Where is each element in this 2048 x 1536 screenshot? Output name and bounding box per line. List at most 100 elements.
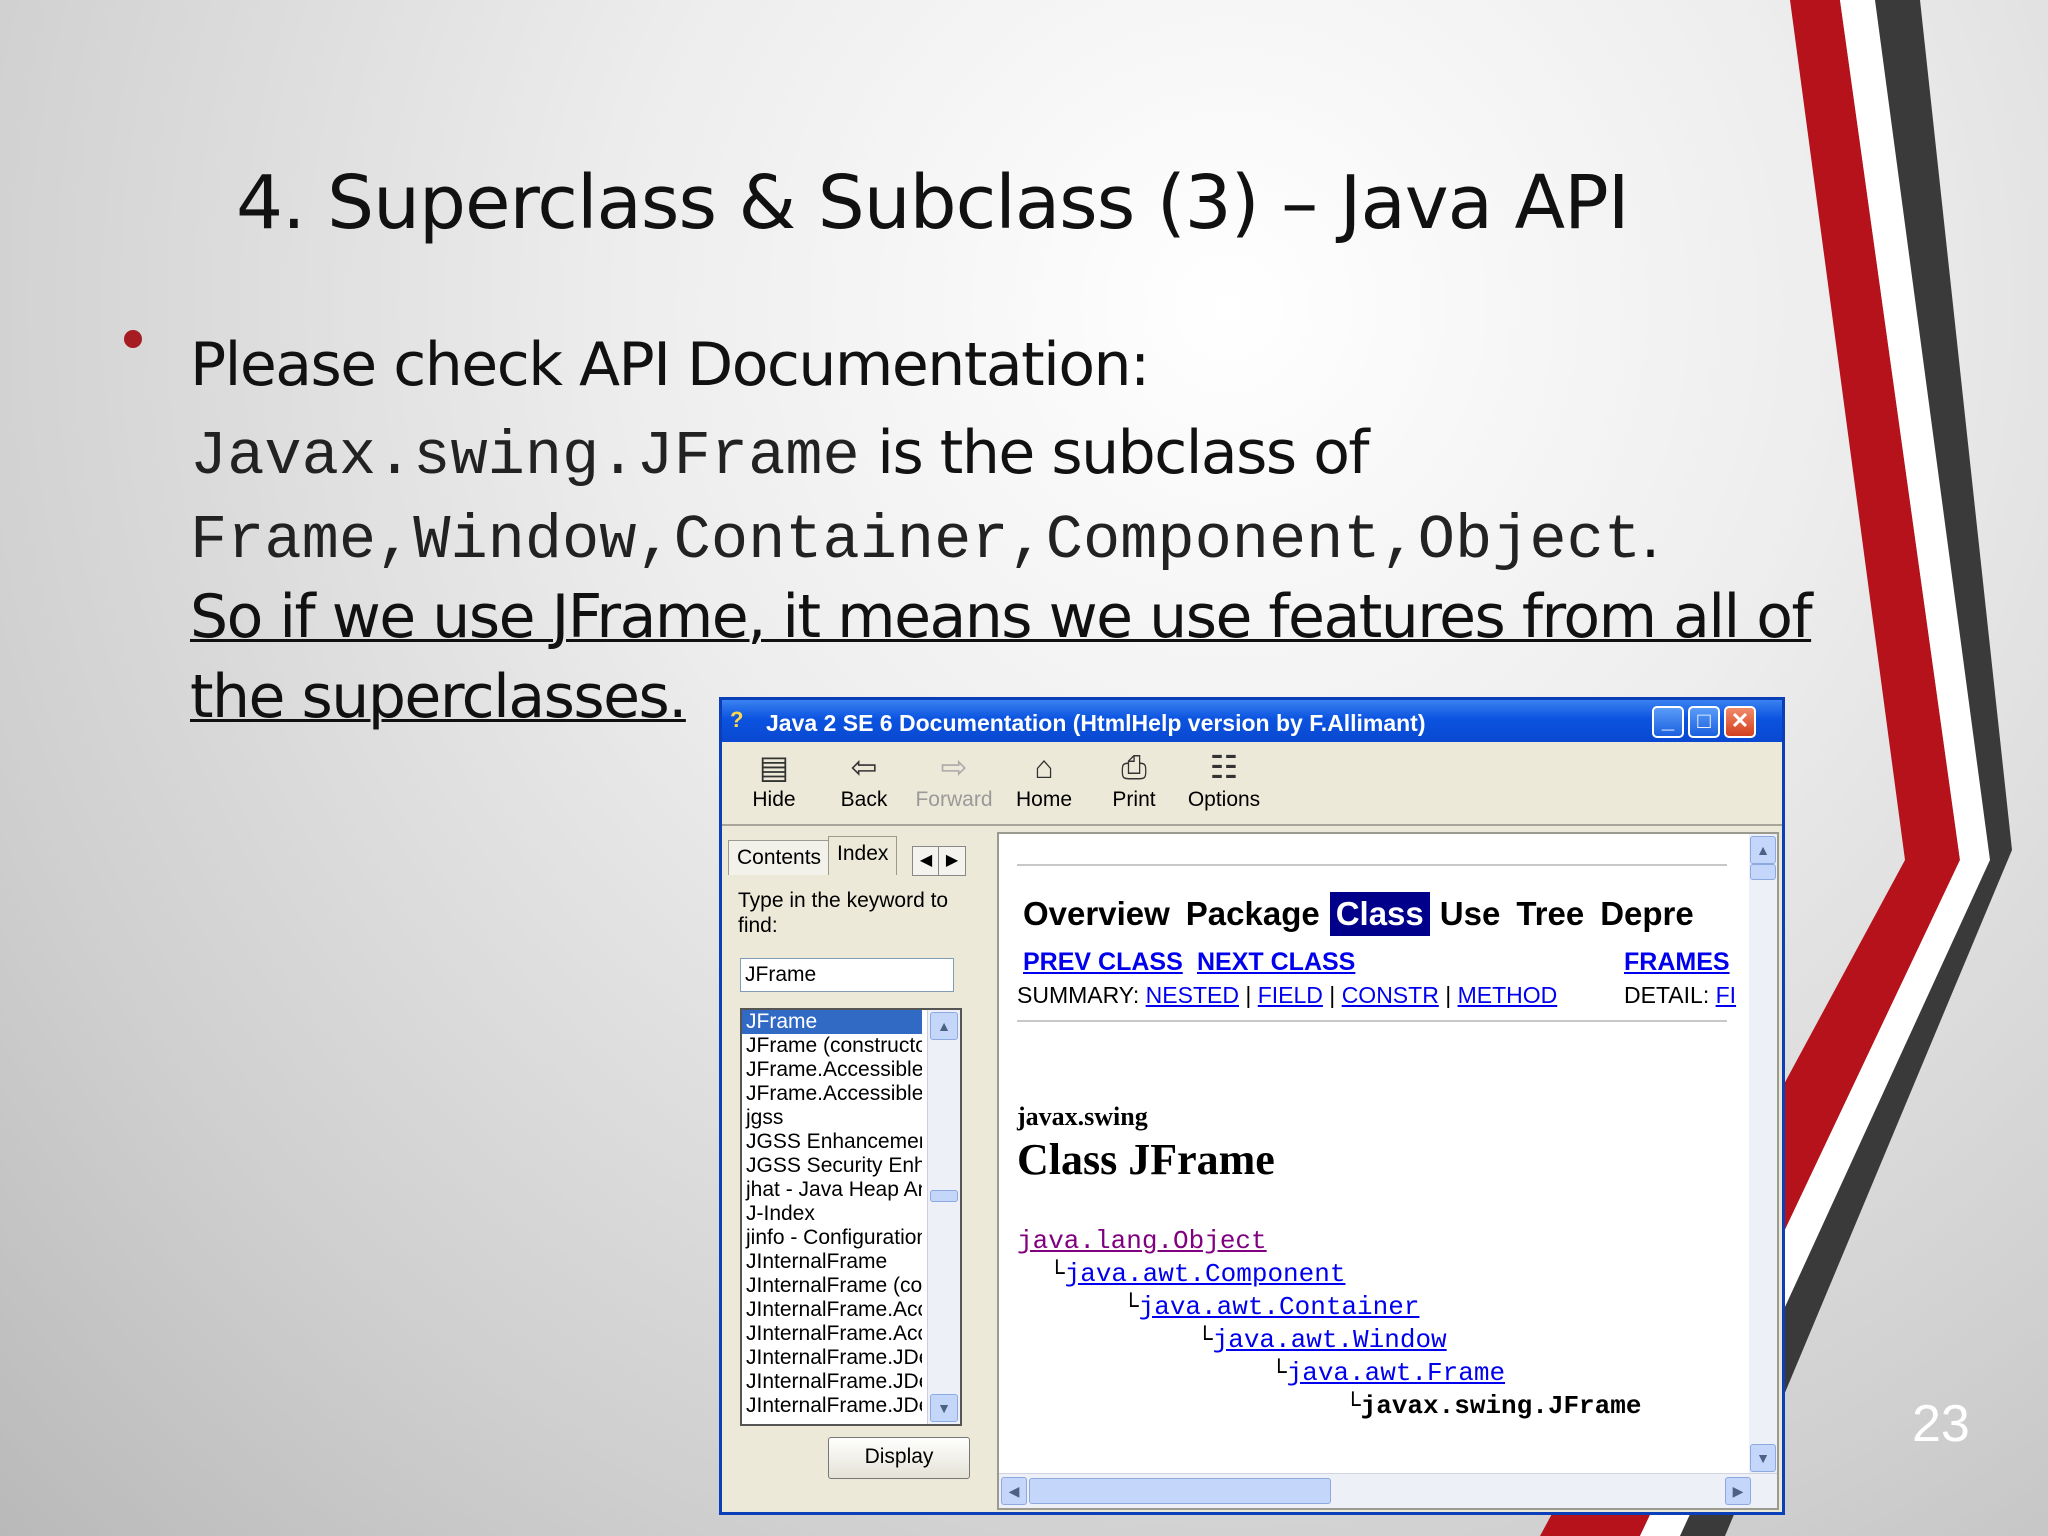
bullet-line-1: Please check API Documentation: (190, 330, 1150, 400)
minimize-button[interactable]: _ (1652, 706, 1684, 738)
window-title: Java 2 SE 6 Documentation (HtmlHelp vers… (766, 710, 1426, 736)
index-list-item[interactable]: jinfo - Configuration I (742, 1226, 922, 1250)
index-list-item[interactable]: JFrame.AccessibleJF (742, 1058, 922, 1082)
index-list-item[interactable]: JGSS Security Enha (742, 1154, 922, 1178)
tab-index[interactable]: Index (828, 836, 898, 875)
slide-title: 4. Superclass & Subclass (3) – Java API (236, 160, 1630, 246)
divider (1017, 1020, 1727, 1022)
index-list-item[interactable]: JInternalFrame (cons (742, 1274, 922, 1298)
nav-class: Class (1329, 892, 1430, 936)
index-list-item[interactable]: jgss (742, 1106, 922, 1130)
keyword-input[interactable]: JFrame (740, 958, 954, 992)
keyword-prompt: Type in the keyword to find: (738, 889, 949, 937)
scroll-down-button[interactable]: ▼ (930, 1394, 958, 1422)
content-hscroll-thumb[interactable] (1029, 1478, 1331, 1504)
next-class-link[interactable]: NEXT CLASS (1197, 948, 1355, 977)
hide-button[interactable]: ▤ Hide (734, 746, 814, 812)
hierarchy-link[interactable]: java.awt.Container (1139, 1292, 1420, 1322)
hierarchy-link[interactable]: java.lang.Object (1017, 1226, 1267, 1256)
index-scrollbar[interactable]: ▲ ▼ (927, 1010, 960, 1424)
forward-button[interactable]: ⇨ Forward (914, 746, 994, 812)
content-scroll-thumb[interactable] (1750, 864, 1776, 880)
tab-contents[interactable]: Contents (728, 840, 831, 875)
navigation-pane: Contents Index ◀ ▶ Type in the keyword t… (728, 830, 970, 1510)
scroll-up-button[interactable]: ▲ (930, 1012, 958, 1040)
content-scroll-up[interactable]: ▲ (1750, 836, 1776, 864)
back-button[interactable]: ⇦ Back (824, 746, 904, 812)
index-list-item[interactable]: J-Index (742, 1202, 922, 1226)
nav-use[interactable]: Use (1434, 892, 1507, 936)
index-list-item[interactable]: jhat - Java Heap An (742, 1178, 922, 1202)
help-window: ? Java 2 SE 6 Documentation (HtmlHelp ve… (719, 697, 1785, 1515)
hierarchy-link[interactable]: java.awt.Component (1065, 1259, 1346, 1289)
index-list-item[interactable]: JFrame (742, 1010, 922, 1034)
hide-icon: ▤ (758, 749, 790, 785)
forward-arrow-icon: ⇨ (940, 749, 968, 785)
hierarchy-level-3: └java.awt.Window (1197, 1325, 1447, 1355)
content-horizontal-scrollbar[interactable]: ◀ ▶ (999, 1473, 1777, 1508)
help-toolbar: ▤ Hide ⇦ Back ⇨ Forward ⌂ Home ⎙ Print ☷ Optio… (722, 742, 1782, 826)
hierarchy-level-2: └java.awt.Container (1123, 1292, 1420, 1322)
nav-package[interactable]: Package (1180, 892, 1326, 936)
help-app-icon: ? (730, 707, 744, 732)
page-number: 23 (1912, 1395, 1970, 1453)
nav-deprecated[interactable]: Depre (1594, 892, 1700, 936)
index-list-item[interactable]: JGSS Enhancement (742, 1130, 922, 1154)
detail-link[interactable]: FI (1716, 982, 1736, 1008)
hierarchy-level-1: └java.awt.Component (1049, 1259, 1346, 1289)
index-list-item[interactable]: JInternalFrame.Acce (742, 1322, 922, 1346)
home-button[interactable]: ⌂ Home (1004, 746, 1084, 812)
content-vertical-scrollbar[interactable]: ▲ ▼ (1749, 834, 1777, 1474)
nav-tabs: Contents Index ◀ ▶ (728, 836, 966, 876)
options-icon: ☷ (1209, 749, 1239, 785)
tab-scroll-left[interactable]: ◀ (912, 846, 940, 876)
doc-content-pane: Overview Package Class Use Tree Depre PREV CL… (997, 832, 1779, 1510)
summary-constr-link[interactable]: CONSTR (1342, 982, 1439, 1008)
current-class: javax.swing.JFrame (1360, 1391, 1642, 1421)
display-button[interactable]: Display (828, 1437, 970, 1479)
summary-field-link[interactable]: FIELD (1258, 982, 1323, 1008)
index-list-item[interactable]: JInternalFrame (742, 1250, 922, 1274)
bullet-line-3: Frame,Window,Container,Component,Object. (190, 502, 1660, 576)
nav-tree[interactable]: Tree (1510, 892, 1590, 936)
hierarchy-level-0: java.lang.Object (1017, 1226, 1267, 1256)
package-name: javax.swing (1017, 1102, 1148, 1131)
summary-method-link[interactable]: METHOD (1458, 982, 1558, 1008)
tab-scroll-right[interactable]: ▶ (938, 846, 966, 876)
content-scroll-right[interactable]: ▶ (1725, 1477, 1751, 1505)
hierarchy-level-4: └java.awt.Frame (1271, 1358, 1506, 1388)
prev-class-link[interactable]: PREV CLASS (1023, 948, 1183, 977)
options-button[interactable]: ☷ Options (1184, 746, 1264, 812)
divider (1017, 864, 1727, 866)
maximize-button[interactable]: □ (1688, 706, 1720, 738)
content-scroll-down[interactable]: ▼ (1750, 1444, 1776, 1472)
hierarchy-link[interactable]: java.awt.Frame (1287, 1358, 1505, 1388)
summary-nested-link[interactable]: NESTED (1146, 982, 1239, 1008)
bullet-dot (124, 330, 142, 348)
index-list-item[interactable]: JFrame (constructors (742, 1034, 922, 1058)
printer-icon: ⎙ (1121, 749, 1147, 785)
frames-link[interactable]: FRAMES (1624, 948, 1730, 977)
class-title: Class JFrame (1017, 1135, 1275, 1184)
index-list[interactable]: JFrameJFrame (constructorsJFrame.Accessi… (740, 1008, 962, 1426)
window-titlebar[interactable]: ? Java 2 SE 6 Documentation (HtmlHelp ve… (722, 700, 1782, 742)
code-jframe: Javax.swing.JFrame (190, 421, 860, 492)
scroll-thumb[interactable] (930, 1190, 958, 1202)
bullet-line-4: So if we use JFrame, it means we use fea… (190, 582, 1813, 652)
print-button[interactable]: ⎙ Print (1094, 746, 1174, 812)
bullet-line-2: Javax.swing.JFrame is the subclass of (190, 418, 1370, 492)
close-button[interactable]: ✕ (1724, 706, 1756, 738)
hierarchy-link[interactable]: java.awt.Window (1213, 1325, 1447, 1355)
doc-navbar: Overview Package Class Use Tree Depre (1017, 892, 1704, 936)
index-list-item[interactable]: JInternalFrame.JDes (742, 1346, 922, 1370)
home-icon: ⌂ (1034, 749, 1054, 785)
index-list-item[interactable]: JFrame.AccessibleJF (742, 1082, 922, 1106)
index-list-item[interactable]: JInternalFrame.Acce (742, 1298, 922, 1322)
index-list-item[interactable]: JInternalFrame.JDes (742, 1370, 922, 1394)
bullet-line-5: the superclasses. (190, 662, 687, 732)
summary-row: SUMMARY: NESTED | FIELD | CONSTR | METHO… (1017, 982, 1558, 1008)
nav-overview[interactable]: Overview (1017, 892, 1176, 936)
index-list-item[interactable]: JInternalFrame.JDes (742, 1394, 922, 1418)
back-arrow-icon: ⇦ (850, 749, 878, 785)
content-scroll-left[interactable]: ◀ (1001, 1477, 1027, 1505)
